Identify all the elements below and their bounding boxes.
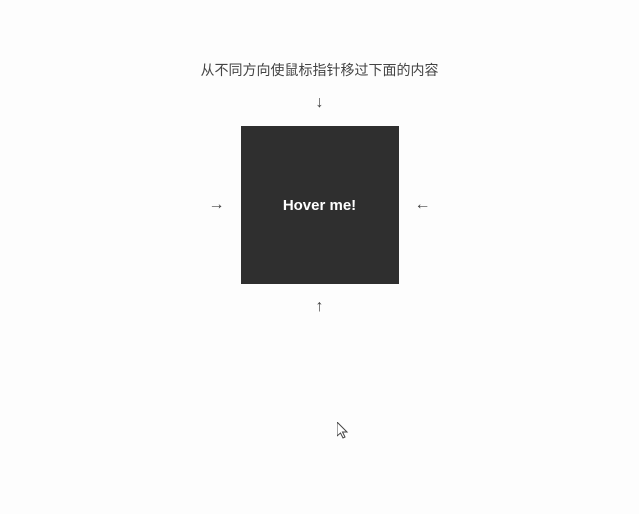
- arrow-right-icon: →: [209, 196, 225, 214]
- arrow-down-icon: ↓: [316, 94, 324, 112]
- arrow-up-icon: ↑: [316, 298, 324, 316]
- instruction-text: 从不同方向使鼠标指针移过下面的内容: [201, 60, 439, 80]
- demo-container: 从不同方向使鼠标指针移过下面的内容 ↓ → Hover me! ← ↑: [0, 0, 639, 316]
- arrow-left-icon: ←: [415, 196, 431, 214]
- cursor-icon: [337, 422, 353, 442]
- hover-box-label: Hover me!: [283, 197, 356, 214]
- hover-target-box[interactable]: Hover me!: [241, 126, 399, 284]
- middle-row: → Hover me! ←: [209, 126, 431, 284]
